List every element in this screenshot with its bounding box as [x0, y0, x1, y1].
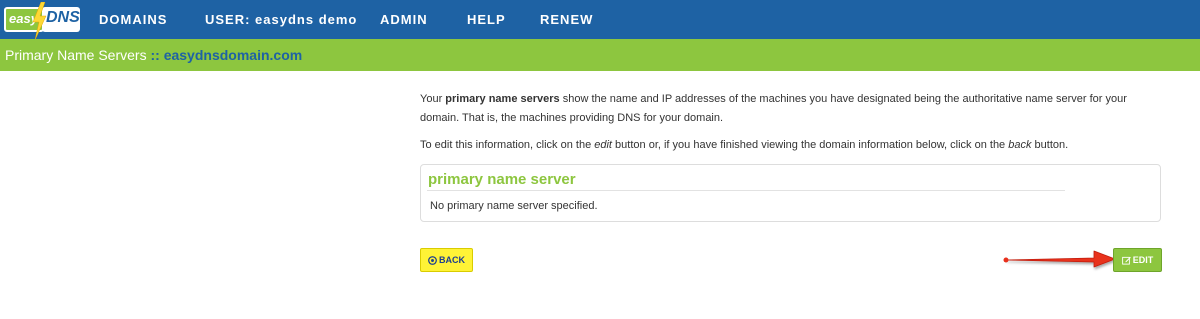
panel-divider	[427, 190, 1065, 191]
back-circle-icon	[428, 255, 437, 265]
intro-p2-middle: button or, if you have finished viewing …	[612, 139, 1009, 151]
easydns-logo[interactable]: easy DNS	[2, 2, 82, 40]
back-button[interactable]: BACK	[420, 248, 473, 272]
title-separator: ::	[150, 47, 160, 63]
nav-help[interactable]: HELP	[467, 12, 506, 27]
nav-domains[interactable]: DOMAINS	[99, 12, 167, 27]
edit-pencil-icon	[1121, 256, 1131, 265]
logo-dns-block: DNS	[42, 7, 80, 32]
domain-name: easydnsdomain.com	[163, 47, 303, 63]
page-title: Primary Name Servers :: easydnsdomain.co…	[5, 47, 302, 63]
page-title-text: Primary Name Servers	[5, 47, 147, 63]
back-button-label: BACK	[439, 255, 465, 265]
edit-button[interactable]: EDIT	[1113, 248, 1162, 272]
intro-p2-start: To edit this information, click on the	[420, 139, 595, 151]
nav-admin[interactable]: ADMIN	[380, 12, 428, 27]
top-navigation-bar: easy DNS DOMAINS USER: easydns demo ADMI…	[0, 0, 1200, 40]
primary-name-server-panel: primary name server No primary name serv…	[420, 164, 1161, 222]
nav-renew[interactable]: RENEW	[540, 12, 593, 27]
panel-body-text: No primary name server specified.	[430, 200, 598, 212]
intro-p2-back-word: back	[1008, 139, 1032, 151]
logo-dns-text: DNS	[46, 9, 80, 26]
panel-heading: primary name server	[428, 171, 576, 188]
page-header-bar: Primary Name Servers :: easydnsdomain.co…	[0, 39, 1200, 71]
edit-button-label: EDIT	[1132, 255, 1154, 265]
intro-paragraph-2: To edit this information, click on the e…	[420, 136, 1165, 155]
intro-text: Your primary name servers show the name …	[420, 90, 1165, 163]
intro-p2-end: button.	[1031, 139, 1069, 151]
lightning-bolt-icon	[32, 2, 47, 40]
intro-p1-bold: primary name servers	[445, 93, 560, 105]
nav-user[interactable]: USER: easydns demo	[205, 12, 357, 27]
intro-p1-start: Your	[420, 93, 446, 105]
intro-p2-edit-word: edit	[594, 139, 612, 151]
red-arrow-annotation	[1003, 250, 1116, 268]
intro-paragraph-1: Your primary name servers show the name …	[420, 90, 1165, 128]
